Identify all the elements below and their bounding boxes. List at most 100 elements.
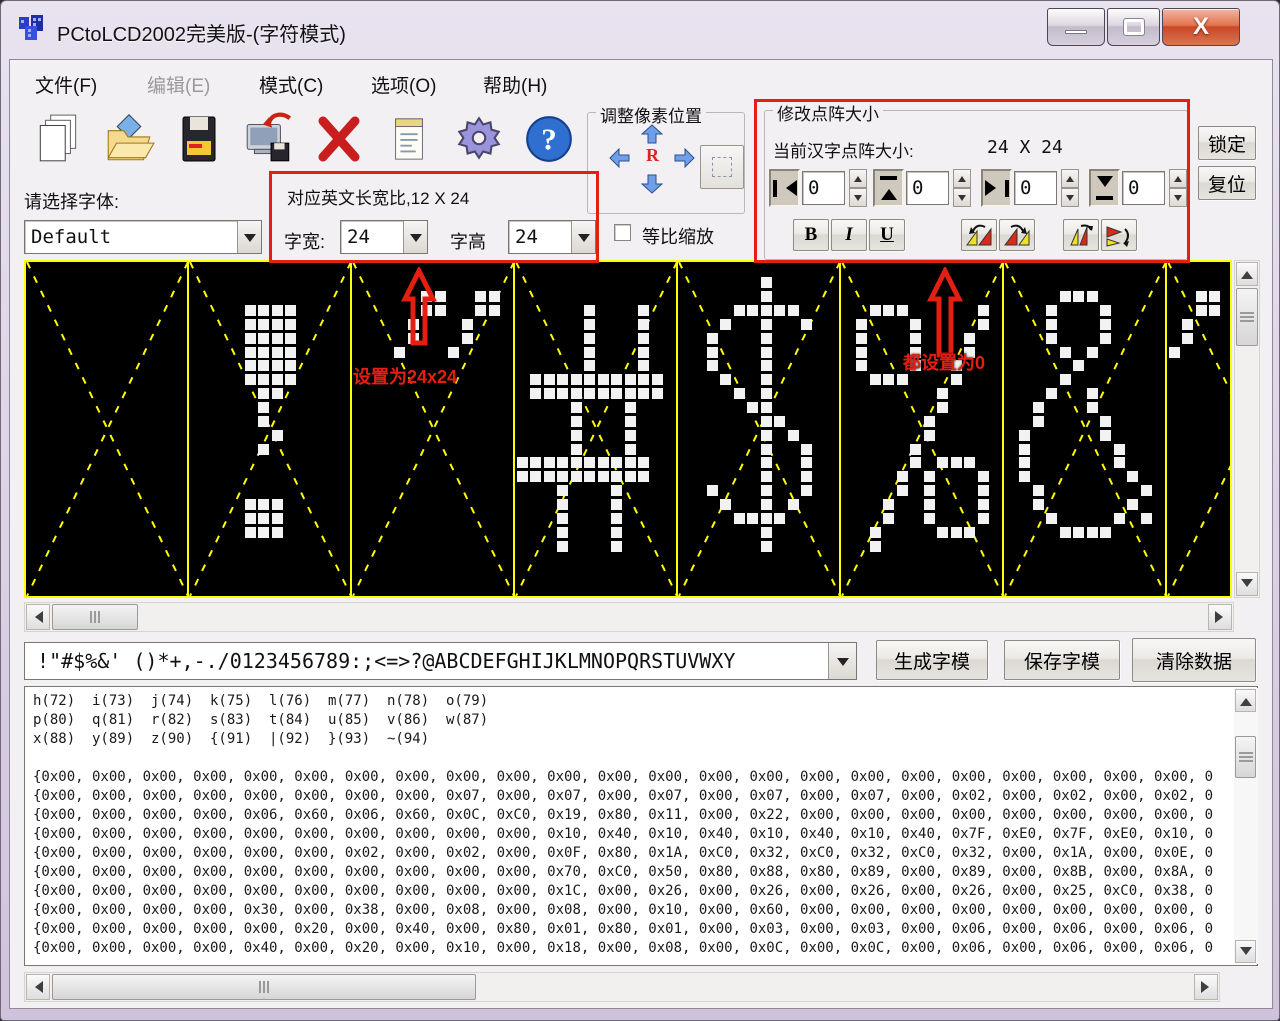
- offset-bottom-spinner[interactable]: [1169, 169, 1187, 207]
- matrix-dot[interactable]: [285, 319, 296, 330]
- close-button[interactable]: X: [1162, 8, 1240, 46]
- matrix-cell-apostrophe[interactable]: [1167, 262, 1232, 596]
- matrix-dot[interactable]: [1087, 527, 1098, 538]
- matrix-dot[interactable]: [258, 416, 269, 427]
- move-left-button[interactable]: [608, 147, 632, 169]
- matrix-dot[interactable]: [761, 360, 772, 371]
- matrix-dot[interactable]: [611, 388, 622, 399]
- matrix-cell-ampersand[interactable]: [1004, 262, 1167, 596]
- matrix-dot[interactable]: [571, 430, 582, 441]
- matrix-dot[interactable]: [801, 444, 812, 455]
- matrix-dot[interactable]: [571, 444, 582, 455]
- matrix-dot[interactable]: [517, 471, 528, 482]
- matrix-dot[interactable]: [1100, 527, 1111, 538]
- char-width-combo[interactable]: 24: [340, 220, 428, 254]
- scrollbar-thumb[interactable]: [1235, 736, 1256, 778]
- matrix-dot[interactable]: [272, 430, 283, 441]
- save-button[interactable]: [170, 110, 228, 172]
- reset-button[interactable]: 复位: [1198, 166, 1256, 200]
- matrix-dot[interactable]: [924, 499, 935, 510]
- matrix-dot[interactable]: [883, 499, 894, 510]
- matrix-dot[interactable]: [951, 374, 962, 385]
- matrix-dot[interactable]: [557, 499, 568, 510]
- matrix-dot[interactable]: [625, 374, 636, 385]
- matrix-dot[interactable]: [1100, 430, 1111, 441]
- matrix-dot[interactable]: [598, 457, 609, 468]
- matrix-dot[interactable]: [1114, 513, 1125, 524]
- matrix-dot[interactable]: [638, 319, 649, 330]
- save-font-button[interactable]: 保存字模: [1004, 640, 1120, 680]
- matrix-cell-hash[interactable]: [515, 262, 678, 596]
- matrix-dot[interactable]: [272, 499, 283, 510]
- matrix-dot[interactable]: [571, 402, 582, 413]
- matrix-dot[interactable]: [652, 388, 663, 399]
- new-file-button[interactable]: [30, 110, 88, 172]
- matrix-dot[interactable]: [245, 513, 256, 524]
- matrix-dot[interactable]: [611, 499, 622, 510]
- matrix-dot[interactable]: [1100, 319, 1111, 330]
- matrix-dot[interactable]: [258, 305, 269, 316]
- matrix-dot[interactable]: [1033, 402, 1044, 413]
- matrix-dot[interactable]: [245, 305, 256, 316]
- matrix-dot[interactable]: [937, 402, 948, 413]
- matrix-dot[interactable]: [258, 319, 269, 330]
- matrix-dot[interactable]: [1087, 402, 1098, 413]
- scroll-left-button[interactable]: [26, 604, 50, 630]
- matrix-dot[interactable]: [258, 374, 269, 385]
- scroll-left-button[interactable]: [26, 974, 50, 1000]
- matrix-dot[interactable]: [883, 305, 894, 316]
- matrix-dot[interactable]: [924, 513, 935, 524]
- matrix-dot[interactable]: [1114, 444, 1125, 455]
- font-notes-button[interactable]: [380, 110, 438, 172]
- matrix-dot[interactable]: [747, 305, 758, 316]
- menu-item[interactable]: 选项(O): [365, 68, 442, 101]
- offset-top-spinner[interactable]: [953, 169, 971, 207]
- matrix-dot[interactable]: [245, 360, 256, 371]
- matrix-dot[interactable]: [584, 360, 595, 371]
- matrix-dot[interactable]: [761, 527, 772, 538]
- matrix-dot[interactable]: [638, 305, 649, 316]
- matrix-dot[interactable]: [761, 305, 772, 316]
- scroll-down-button[interactable]: [1236, 572, 1258, 596]
- matrix-dot[interactable]: [584, 374, 595, 385]
- matrix-dot[interactable]: [978, 485, 989, 496]
- matrix-dot[interactable]: [761, 499, 772, 510]
- matrix-dot[interactable]: [774, 416, 785, 427]
- matrix-dot[interactable]: [964, 527, 975, 538]
- matrix-dot[interactable]: [1033, 416, 1044, 427]
- matrix-dot[interactable]: [897, 374, 908, 385]
- matrix-dot[interactable]: [638, 374, 649, 385]
- matrix-dot[interactable]: [720, 374, 731, 385]
- output-horizontal-scrollbar[interactable]: [24, 972, 1220, 1002]
- matrix-dot[interactable]: [1087, 388, 1098, 399]
- matrix-horizontal-scrollbar[interactable]: [24, 602, 1234, 632]
- matrix-dot[interactable]: [598, 374, 609, 385]
- matrix-cell-dollar[interactable]: [678, 262, 841, 596]
- matrix-dot[interactable]: [598, 388, 609, 399]
- matrix-dot[interactable]: [761, 513, 772, 524]
- matrix-dot[interactable]: [910, 333, 921, 344]
- character-string-combo[interactable]: !"#$%&' ()*+,-./0123456789:;<=>?@ABCDEFG…: [24, 642, 857, 680]
- open-file-button[interactable]: [100, 110, 158, 172]
- matrix-dot[interactable]: [1046, 305, 1057, 316]
- offset-left-spinner[interactable]: [849, 169, 867, 207]
- matrix-dot[interactable]: [870, 305, 881, 316]
- matrix-dot[interactable]: [856, 333, 867, 344]
- matrix-dot[interactable]: [1033, 485, 1044, 496]
- delete-button[interactable]: [310, 110, 368, 172]
- matrix-dot[interactable]: [544, 471, 555, 482]
- matrix-dot[interactable]: [258, 527, 269, 538]
- move-down-button[interactable]: [640, 173, 664, 195]
- matrix-dot[interactable]: [761, 402, 772, 413]
- matrix-dot[interactable]: [652, 374, 663, 385]
- matrix-dot[interactable]: [1087, 347, 1098, 358]
- matrix-dot[interactable]: [1127, 471, 1138, 482]
- matrix-dot[interactable]: [557, 471, 568, 482]
- matrix-dot[interactable]: [584, 388, 595, 399]
- menu-item[interactable]: 模式(C): [253, 68, 329, 101]
- menu-item[interactable]: 帮助(H): [477, 68, 553, 101]
- dot-matrix-preview[interactable]: [24, 260, 1232, 598]
- matrix-dot[interactable]: [747, 513, 758, 524]
- matrix-dot[interactable]: [774, 305, 785, 316]
- matrix-dot[interactable]: [448, 347, 459, 358]
